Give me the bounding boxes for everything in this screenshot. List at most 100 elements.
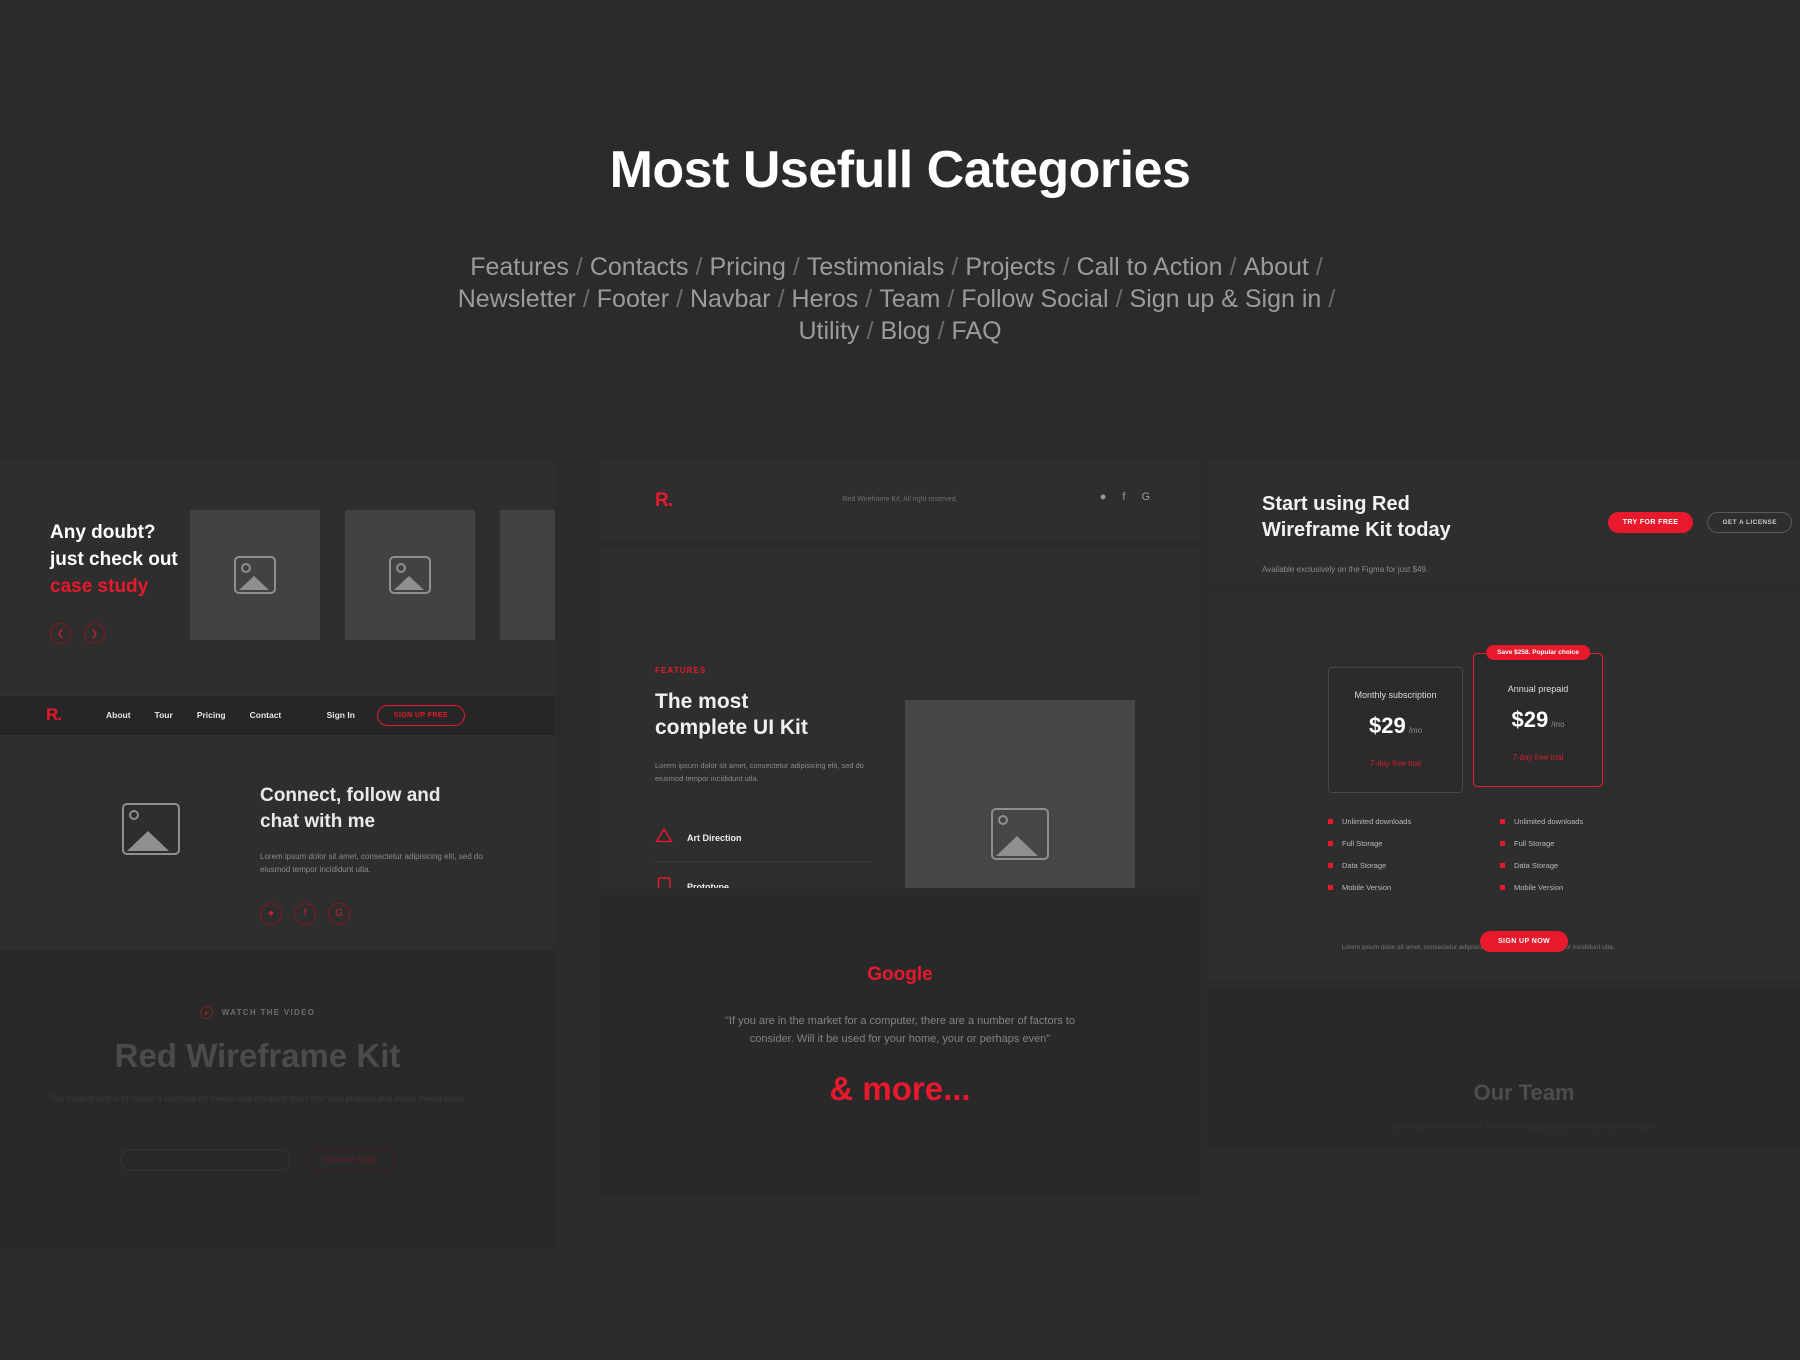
- sign-in-link[interactable]: Sign In: [327, 710, 355, 720]
- pricing-preview: Monthly subscription $29/mo 7-day free t…: [1208, 592, 1800, 980]
- hero-section: Most Usefull Categories Features / Contact…: [0, 0, 1800, 520]
- image-placeholder-icon: [991, 808, 1049, 860]
- category-item[interactable]: Contacts: [590, 253, 689, 281]
- nav-link-pricing[interactable]: Pricing: [197, 710, 226, 720]
- plan-badge: Save $258. Popular choice: [1486, 645, 1590, 660]
- category-line-3: Utility / Blog / FAQ: [380, 316, 1420, 348]
- cta-heading-line1: Start using Red: [1262, 493, 1410, 515]
- facebook-icon[interactable]: f: [294, 902, 316, 925]
- category-item[interactable]: Heros: [792, 285, 859, 313]
- pricing-feature-row: Full Storage: [1328, 839, 1478, 848]
- testimonial-preview: Google "If you are in the market for a c…: [600, 896, 1200, 1196]
- pricing-feature-row: Data Storage: [1500, 861, 1650, 870]
- case-study-thumb[interactable]: [500, 510, 555, 640]
- category-item[interactable]: Pricing: [709, 253, 785, 281]
- category-separator: /: [937, 316, 945, 345]
- video-section: WATCH THE VIDEO Red Wireframe Kit Out bi…: [0, 950, 555, 1250]
- plan-name: Monthly subscription: [1354, 690, 1437, 700]
- case-study-heading-line1: Any doubt?: [50, 522, 156, 543]
- category-list: Features / Contacts / Pricing / Testimonials / P…: [380, 252, 1420, 347]
- cta-heading-line2: Wireframe Kit today: [1262, 518, 1451, 541]
- category-item[interactable]: Team: [879, 285, 940, 313]
- team-heading: Our Team: [1473, 1080, 1575, 1105]
- category-item[interactable]: Blog: [881, 317, 931, 345]
- watch-video-label: WATCH THE VIDEO: [221, 1008, 316, 1017]
- pricing-feature-row: Full Storage: [1500, 839, 1650, 848]
- try-for-free-button[interactable]: TRY FOR FREE: [1607, 512, 1694, 533]
- category-separator: /: [866, 316, 874, 345]
- team-preview: Our Team Lorem ipsum dolor sit amet, con…: [1208, 988, 1800, 1148]
- get-a-license-button[interactable]: GET A LICENSE: [1707, 512, 1792, 533]
- plan-trial: 7-day free trial: [1369, 759, 1422, 768]
- category-item[interactable]: Newsletter: [458, 285, 576, 313]
- twitter-icon[interactable]: ●: [1100, 491, 1107, 503]
- category-item[interactable]: Projects: [965, 253, 1055, 281]
- pricing-feature-label: Unlimited downloads: [1514, 817, 1584, 826]
- brand-logo[interactable]: R.: [46, 705, 62, 725]
- category-item[interactable]: Follow Social: [961, 285, 1108, 313]
- nav-link-contact[interactable]: Contact: [250, 710, 282, 720]
- sign-up-free-button[interactable]: SIGN UP FREE: [376, 704, 465, 726]
- pricing-feature-columns: Unlimited downloads Full Storage Data St…: [1328, 817, 1650, 905]
- connect-heading: Connect, follow and chat with me: [260, 783, 490, 834]
- category-item[interactable]: Navbar: [690, 285, 771, 313]
- connect-heading-line1: Connect, follow and: [260, 785, 441, 806]
- category-item[interactable]: Footer: [597, 285, 669, 313]
- google-plus-icon[interactable]: G: [328, 902, 350, 925]
- plan-price-period: /mo: [1551, 720, 1565, 729]
- video-signup-button[interactable]: SIGN UP FREE: [306, 1149, 395, 1171]
- category-item[interactable]: Utility: [798, 317, 859, 345]
- case-study-heading-line2: just check out: [50, 548, 178, 570]
- case-study-thumb[interactable]: [190, 510, 320, 640]
- category-item[interactable]: Testimonials: [807, 253, 945, 281]
- image-placeholder-icon: [389, 556, 431, 594]
- footer-socials: ● f G: [1100, 491, 1150, 503]
- google-plus-icon[interactable]: G: [1141, 491, 1150, 503]
- category-separator: /: [792, 253, 800, 281]
- nav-link-about[interactable]: About: [106, 710, 131, 720]
- video-paragraph: Out biggest skill is to create a stunnin…: [50, 1093, 465, 1103]
- feature-item-art-direction[interactable]: Art Direction: [655, 813, 870, 863]
- pricing-feature-row: Unlimited downloads: [1500, 817, 1650, 826]
- plan-annual[interactable]: Save $258. Popular choice Annual prepaid…: [1473, 645, 1603, 787]
- chevron-right-icon[interactable]: ❯: [84, 622, 105, 644]
- chevron-left-icon[interactable]: ❮: [50, 622, 71, 644]
- play-circle-icon: [199, 1006, 213, 1019]
- category-item[interactable]: Sign up & Sign in: [1130, 285, 1322, 313]
- connect-image: [122, 803, 180, 855]
- category-item[interactable]: Call to Action: [1077, 253, 1223, 281]
- pricing-feature-label: Full Storage: [1342, 839, 1383, 848]
- bullet-icon: [1328, 885, 1333, 890]
- category-item[interactable]: FAQ: [952, 317, 1002, 345]
- left-preview-column: Any doubt? just check out case study ❮ ❯: [0, 460, 555, 1250]
- twitter-icon[interactable]: ●: [260, 902, 282, 925]
- case-study-heading-red: case study: [50, 575, 149, 597]
- feature-item-label: Art Direction: [687, 832, 742, 843]
- pricing-feature-label: Mobile Version: [1342, 883, 1392, 892]
- watch-video-row[interactable]: WATCH THE VIDEO: [0, 950, 555, 1019]
- plan-price: $29/mo: [1484, 707, 1592, 733]
- square-icon: [655, 876, 673, 888]
- case-study-thumbnails: [190, 510, 555, 640]
- features-kicker: FEATURES: [655, 666, 707, 675]
- testimonial-text: "If you are in the market for a computer…: [725, 1015, 1075, 1046]
- pricing-feature-row: Data Storage: [1328, 861, 1478, 870]
- features-paragraph: Lorem ipsum dolor sit amet, consectetur …: [655, 760, 864, 783]
- plan-price-period: /mo: [1408, 726, 1423, 735]
- category-item[interactable]: Features: [470, 253, 569, 281]
- category-item[interactable]: About: [1243, 253, 1308, 281]
- email-input[interactable]: [120, 1149, 291, 1172]
- category-separator: /: [1115, 284, 1123, 313]
- image-placeholder-icon: [122, 803, 180, 855]
- plan-monthly[interactable]: Monthly subscription $29/mo 7-day free t…: [1328, 667, 1463, 793]
- features-heading-line1: The most: [655, 690, 749, 713]
- bullet-icon: [1500, 841, 1505, 846]
- bullet-icon: [1328, 841, 1333, 846]
- category-separator: /: [947, 284, 955, 313]
- nav-link-tour[interactable]: Tour: [155, 710, 173, 720]
- case-study-thumb[interactable]: [345, 510, 475, 640]
- sign-up-now-button[interactable]: SIGN UP NOW: [1479, 931, 1569, 952]
- facebook-icon[interactable]: f: [1122, 491, 1125, 503]
- plan-price: $29/mo: [1339, 713, 1452, 739]
- feature-item-prototype[interactable]: Prototype: [655, 862, 870, 888]
